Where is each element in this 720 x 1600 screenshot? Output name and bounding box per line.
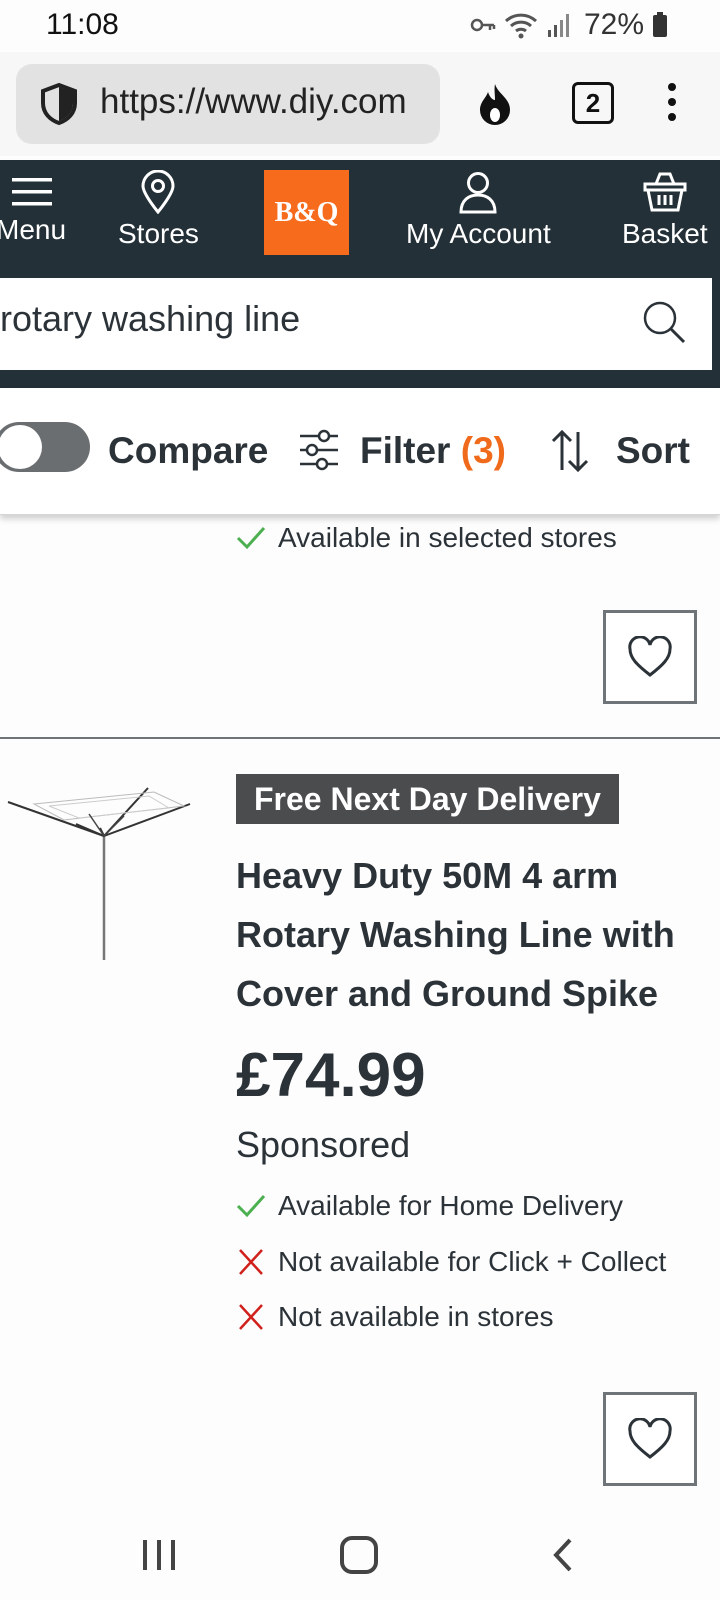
stores-label: Stores [118, 218, 199, 249]
url-text[interactable]: https://www.diy.com [100, 82, 407, 122]
availability-text: Available for Home Delivery [278, 1190, 623, 1221]
user-icon [459, 172, 497, 214]
check-icon [236, 526, 266, 550]
more-options-icon[interactable] [666, 82, 678, 122]
sponsored-label: Sponsored [236, 1124, 411, 1165]
location-pin-icon [141, 170, 175, 214]
filter-label: Filter [360, 430, 451, 471]
sort-button[interactable]: Sort [616, 430, 690, 472]
availability-text: Available in selected stores [278, 522, 617, 553]
delivery-badge: Free Next Day Delivery [236, 774, 619, 824]
wishlist-button[interactable] [603, 1392, 697, 1486]
heart-icon [628, 636, 672, 677]
availability-click-collect: Not available for Click + Collect [236, 1246, 666, 1278]
tabs-button[interactable]: 2 [572, 82, 614, 124]
search-input[interactable]: rotary washing line [0, 298, 300, 340]
compare-toggle[interactable] [0, 422, 90, 472]
menu-label: Menu [0, 214, 67, 245]
home-icon[interactable] [338, 1534, 380, 1576]
url-bar[interactable]: https://www.diy.com [16, 64, 440, 144]
search-icon[interactable] [642, 300, 688, 346]
wifi-icon [504, 13, 537, 39]
battery-icon [653, 12, 667, 37]
product-image[interactable] [4, 784, 194, 964]
status-bar: 11:08 72% [0, 0, 720, 52]
menu-button[interactable]: Menu [0, 170, 66, 246]
key-icon [470, 18, 496, 32]
signal-icon [547, 14, 569, 37]
basket-icon [643, 172, 687, 212]
bq-logo[interactable]: B&Q [264, 170, 349, 255]
listing-divider [0, 737, 720, 739]
basket-button[interactable]: Basket [622, 170, 708, 250]
filter-sliders-icon[interactable] [298, 428, 340, 472]
availability-text: Not available in stores [278, 1301, 554, 1332]
my-account-button[interactable]: My Account [406, 170, 551, 250]
heart-icon [628, 1418, 672, 1459]
availability-stores: Not available in stores [236, 1301, 553, 1333]
site-header: Menu Stores B&Q My Account Basket rotary… [0, 160, 720, 388]
filter-button[interactable]: Filter (3) [360, 430, 506, 472]
compare-label[interactable]: Compare [108, 430, 268, 472]
check-icon [236, 1194, 266, 1218]
flame-icon[interactable] [476, 82, 514, 126]
cross-icon [239, 1249, 263, 1275]
availability-row: Available in selected stores [236, 522, 617, 554]
toggle-knob [0, 425, 42, 469]
status-time: 11:08 [46, 8, 119, 41]
results-toolbar: Compare Filter (3) Sort [0, 388, 720, 515]
cross-icon [239, 1304, 263, 1330]
shield-icon[interactable] [38, 82, 80, 126]
back-icon[interactable] [548, 1534, 576, 1576]
recent-apps-icon[interactable] [140, 1534, 178, 1576]
availability-text: Not available for Click + Collect [278, 1246, 667, 1277]
filter-count: (3) [460, 430, 506, 471]
my-account-label: My Account [406, 218, 551, 249]
status-icons: 72% [470, 8, 668, 41]
availability-home-delivery: Available for Home Delivery [236, 1190, 623, 1222]
product-price: £74.99 [236, 1041, 426, 1110]
search-box[interactable]: rotary washing line [0, 278, 712, 370]
browser-toolbar: https://www.diy.com 2 [0, 52, 720, 156]
product-title[interactable]: Heavy Duty 50M 4 arm Rotary Washing Line… [236, 846, 706, 1023]
wishlist-button[interactable] [603, 610, 697, 704]
stores-button[interactable]: Stores [118, 170, 199, 250]
battery-percent: 72% [583, 8, 644, 41]
basket-label: Basket [622, 218, 708, 249]
system-navigation-bar [0, 1520, 720, 1600]
hamburger-icon [12, 178, 53, 206]
sort-icon[interactable] [550, 428, 590, 474]
